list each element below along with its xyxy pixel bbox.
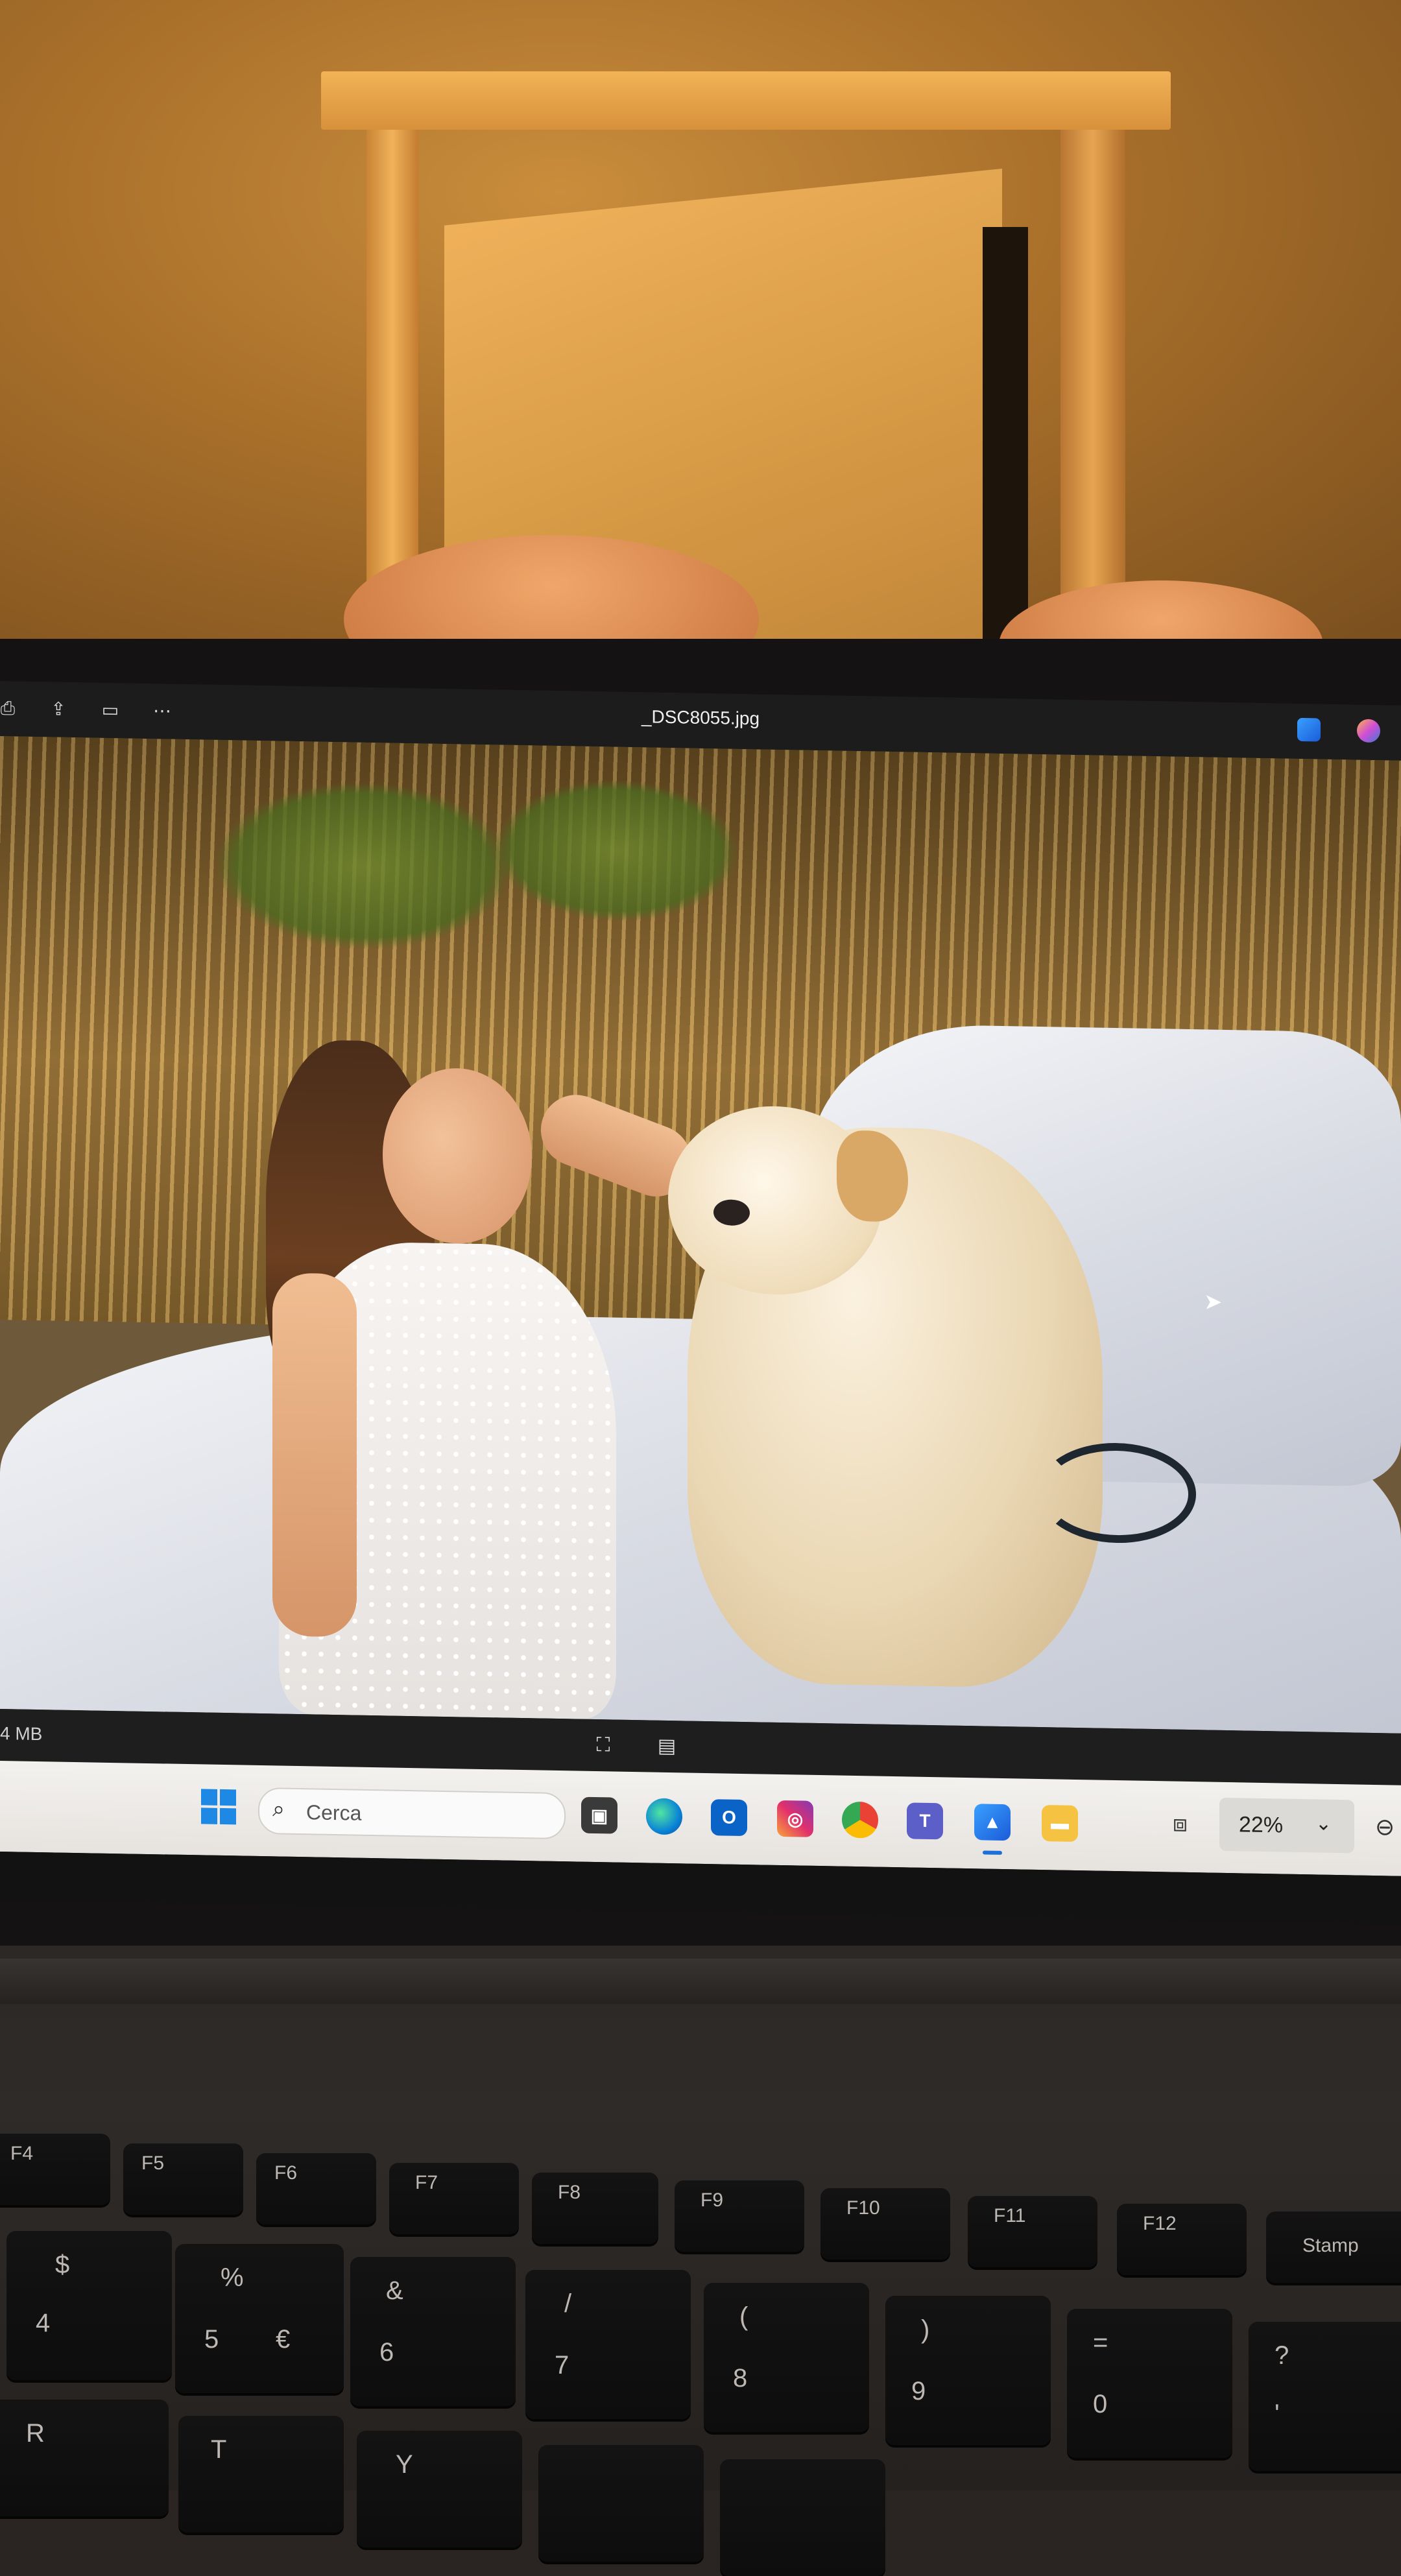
- search-icon: ⌕: [272, 1796, 285, 1822]
- key-f7[interactable]: F7: [389, 2163, 519, 2234]
- file-size: 4 MB: [0, 1723, 43, 1745]
- key-i[interactable]: [720, 2459, 885, 2576]
- key-4[interactable]: $ 4: [6, 2231, 172, 2380]
- key-5[interactable]: % 5 €: [175, 2244, 344, 2393]
- key-apostrophe[interactable]: ? ': [1249, 2322, 1401, 2471]
- key-f10[interactable]: F10: [820, 2188, 950, 2260]
- file-explorer-icon[interactable]: ▬: [1042, 1805, 1078, 1843]
- key-stamp[interactable]: Stamp: [1266, 2212, 1401, 2283]
- key-t[interactable]: T: [178, 2416, 344, 2533]
- photo-canvas[interactable]: ➤: [0, 736, 1401, 1734]
- key-y[interactable]: Y: [357, 2431, 522, 2547]
- teams-icon[interactable]: T: [907, 1802, 943, 1840]
- key-7[interactable]: / 7: [525, 2270, 691, 2419]
- mouse-cursor-icon: ➤: [1204, 1289, 1223, 1315]
- woman-face: [383, 1067, 532, 1245]
- door-column-right: [1060, 130, 1125, 642]
- room-background: [0, 0, 1401, 642]
- key-0[interactable]: = 0: [1067, 2309, 1232, 2458]
- key-f6[interactable]: F6: [256, 2153, 376, 2224]
- zoom-level: 22%: [1239, 1812, 1284, 1838]
- dog-nose: [713, 1199, 750, 1226]
- fit-window-icon[interactable]: ⧈: [1173, 1810, 1188, 1838]
- key-f12[interactable]: F12: [1117, 2204, 1247, 2275]
- chevron-down-icon: ⌄: [1315, 1813, 1332, 1835]
- copilot-icon[interactable]: [1357, 719, 1380, 743]
- key-8[interactable]: ( 8: [704, 2283, 869, 2432]
- edit-icon[interactable]: [1297, 717, 1321, 742]
- zoom-out-icon[interactable]: ⊖: [1375, 1813, 1395, 1841]
- key-r[interactable]: R: [0, 2400, 169, 2516]
- laptop-screen: ⎙ ⇪ ▭ ⋯ _DSC8055.jpg ➤ 4 MB ⛶ ▤ ⌕ Cerca: [0, 681, 1401, 1925]
- fit-screen-icon[interactable]: ⛶: [589, 1731, 617, 1760]
- key-f9[interactable]: F9: [675, 2180, 804, 2252]
- text-select-icon[interactable]: ▤: [653, 1732, 681, 1761]
- woman-arm-left: [272, 1272, 357, 1638]
- key-f11[interactable]: F11: [968, 2196, 1097, 2267]
- chrome-icon[interactable]: [842, 1801, 878, 1839]
- key-9[interactable]: ) 9: [885, 2296, 1051, 2445]
- windows-start-icon[interactable]: [201, 1789, 236, 1825]
- instagram-icon[interactable]: ◎: [777, 1800, 813, 1837]
- key-6[interactable]: & 6: [350, 2257, 516, 2406]
- door-gap: [983, 227, 1028, 642]
- door-lintel: [321, 71, 1171, 130]
- laptop-hinge: [0, 1959, 1401, 2004]
- task-view-icon[interactable]: ▣: [581, 1796, 617, 1834]
- taskbar-search[interactable]: ⌕ Cerca: [258, 1787, 566, 1840]
- window-title: _DSC8055.jpg: [641, 706, 760, 729]
- key-f4[interactable]: F4: [0, 2134, 110, 2205]
- outlook-icon[interactable]: O: [711, 1799, 747, 1837]
- key-f5[interactable]: F5: [123, 2143, 243, 2215]
- active-app-indicator: [983, 1850, 1002, 1855]
- edge-icon[interactable]: [646, 1798, 682, 1835]
- key-f8[interactable]: F8: [532, 2173, 658, 2244]
- photos-icon[interactable]: ▲: [974, 1804, 1011, 1841]
- key-u[interactable]: [538, 2445, 704, 2562]
- search-placeholder: Cerca: [306, 1800, 362, 1825]
